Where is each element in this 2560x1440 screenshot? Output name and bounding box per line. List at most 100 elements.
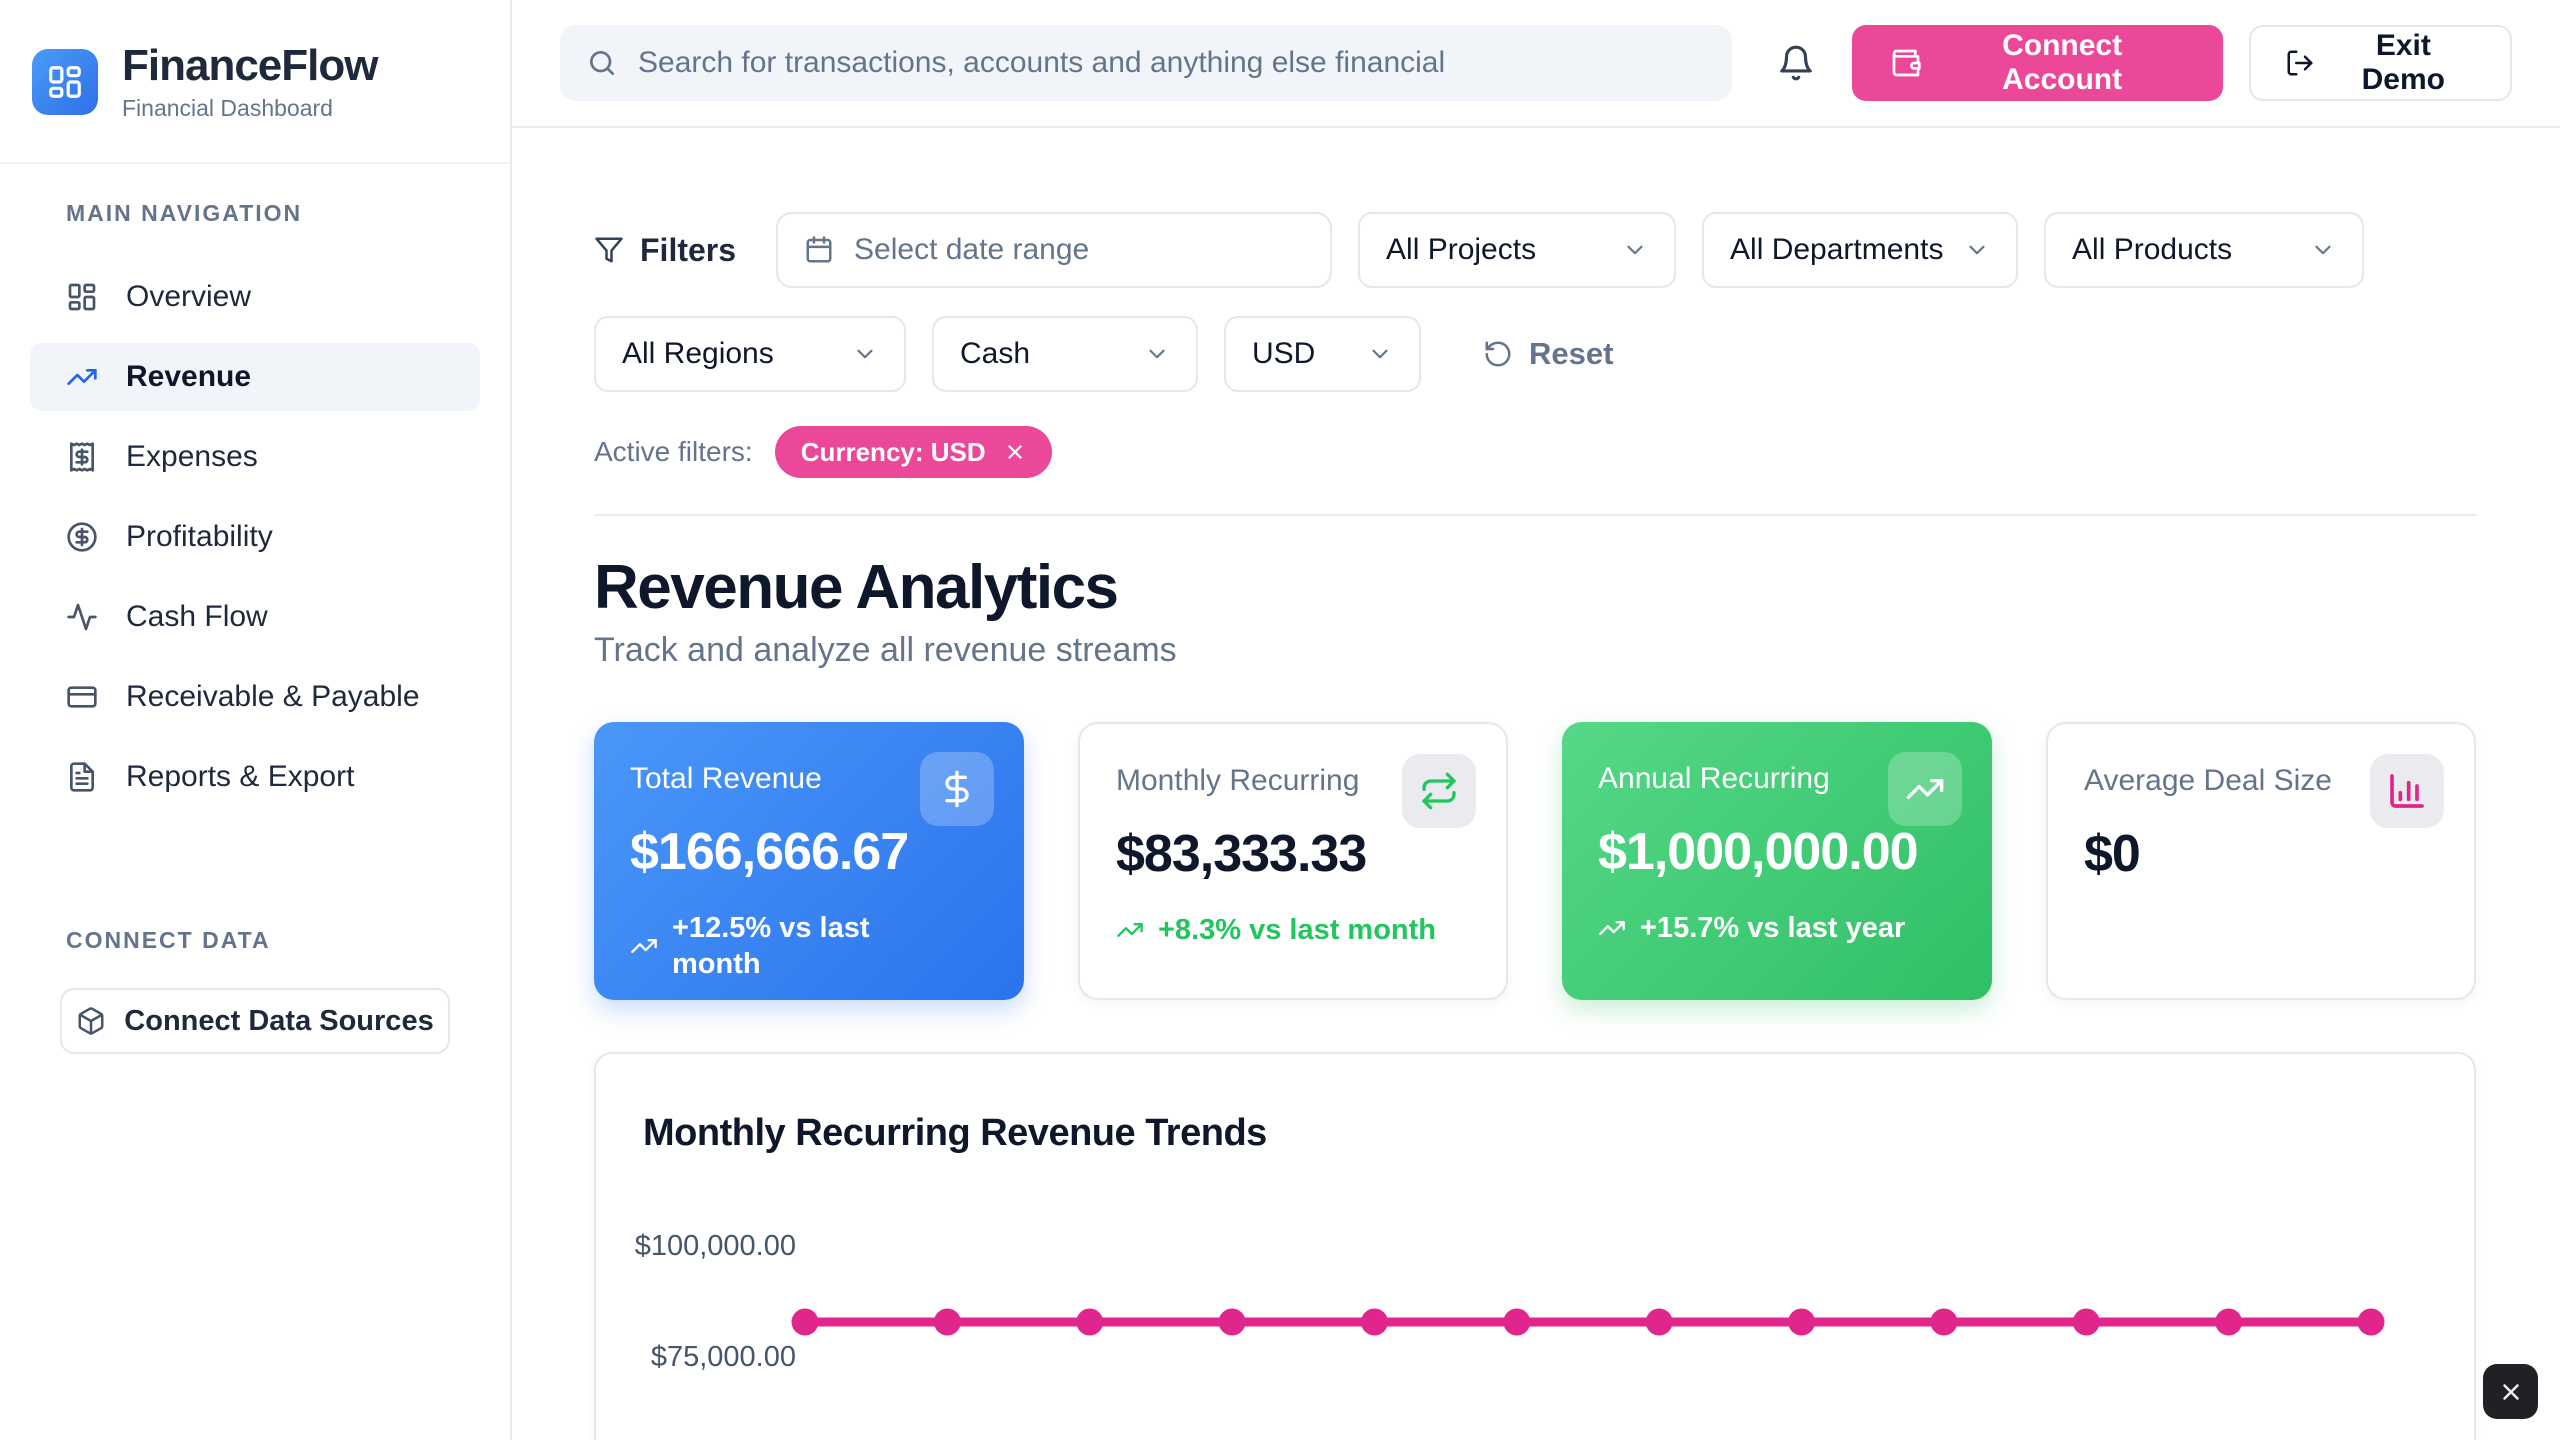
date-range-input[interactable]: Select date range (776, 212, 1332, 288)
cube-icon (76, 1006, 106, 1036)
close-icon[interactable] (1004, 441, 1026, 463)
notifications-bell-icon[interactable] (1768, 35, 1824, 91)
date-range-placeholder: Select date range (854, 233, 1089, 267)
trending-up-icon (1888, 752, 1962, 826)
sidebar-item-label: Receivable & Payable (126, 680, 420, 714)
bar-chart-icon (2370, 754, 2444, 828)
data-point[interactable] (1503, 1309, 1530, 1336)
sidebar-item-overview[interactable]: Overview (30, 263, 480, 331)
exit-demo-label: Exit Demo (2331, 29, 2476, 97)
active-filters-row: Active filters: Currency: USD (594, 426, 2476, 478)
repeat-icon (1402, 754, 1476, 828)
kpi-value: $166,666.67 (630, 822, 988, 882)
currency-filter-chip[interactable]: Currency: USD (775, 426, 1052, 478)
data-point[interactable] (934, 1309, 961, 1336)
circle-dollar-icon (66, 521, 98, 553)
filters-row-1: Filters Select date range All Projects A… (594, 212, 2476, 288)
sidebar-item-expenses[interactable]: Expenses (30, 423, 480, 491)
main-navigation: MAIN NAVIGATION Overview Revenue (0, 164, 510, 1054)
kpi-value: $83,333.33 (1116, 824, 1470, 884)
topbar: Connect Account Exit Demo (512, 0, 2560, 128)
data-point[interactable] (1219, 1309, 1246, 1336)
connect-account-button[interactable]: Connect Account (1852, 25, 2223, 101)
sidebar-item-revenue[interactable]: Revenue (30, 343, 480, 411)
page-subtitle: Track and analyze all revenue streams (594, 631, 2476, 670)
departments-select[interactable]: All Departments (1702, 212, 2018, 288)
sidebar-item-label: Expenses (126, 440, 258, 474)
search-icon (586, 47, 618, 79)
sidebar-item-profitability[interactable]: Profitability (30, 503, 480, 571)
trending-up-icon (1598, 914, 1626, 942)
currency-select[interactable]: USD (1224, 316, 1421, 392)
kpi-card-average-deal-size[interactable]: Average Deal Size $0 (2046, 722, 2476, 1000)
trending-up-icon (1116, 916, 1144, 944)
main-content: Filters Select date range All Projects A… (512, 128, 2560, 1440)
page-title: Revenue Analytics (594, 552, 2476, 623)
sidebar-item-label: Profitability (126, 520, 273, 554)
sidebar-item-label: Cash Flow (126, 600, 268, 634)
chevron-down-icon (852, 341, 878, 367)
data-point[interactable] (2358, 1309, 2385, 1336)
sidebar-item-receivable-payable[interactable]: Receivable & Payable (30, 663, 480, 731)
cash-select[interactable]: Cash (932, 316, 1198, 392)
data-point[interactable] (2215, 1309, 2242, 1336)
dollar-sign-icon (920, 752, 994, 826)
chevron-down-icon (1964, 237, 1990, 263)
data-point[interactable] (1930, 1309, 1957, 1336)
connect-data-section: CONNECT DATA Connect Data Sources (30, 927, 480, 1054)
connect-data-sources-button[interactable]: Connect Data Sources (60, 988, 450, 1054)
search-box[interactable] (560, 25, 1732, 101)
products-select[interactable]: All Products (2044, 212, 2364, 288)
data-point[interactable] (1646, 1309, 1673, 1336)
kpi-delta: +12.5% vs last month (630, 910, 988, 983)
reset-filters-button[interactable]: Reset (1483, 336, 1613, 372)
data-point[interactable] (1788, 1309, 1815, 1336)
kpi-card-annual-recurring[interactable]: Annual Recurring $1,000,000.00 +15.7% vs… (1562, 722, 1992, 1000)
layout-dashboard-icon (66, 281, 98, 313)
search-input[interactable] (638, 46, 1706, 80)
kpi-delta: +8.3% vs last month (1116, 912, 1470, 948)
exit-demo-button[interactable]: Exit Demo (2249, 25, 2512, 101)
chevron-down-icon (2310, 237, 2336, 263)
section-divider (594, 514, 2476, 516)
kpi-card-monthly-recurring[interactable]: Monthly Recurring $83,333.33 +8.3% vs la… (1078, 722, 1508, 1000)
kpi-card-total-revenue[interactable]: Total Revenue $166,666.67 +12.5% vs last… (594, 722, 1024, 1000)
funnel-icon (594, 235, 624, 265)
projects-select[interactable]: All Projects (1358, 212, 1676, 288)
connect-section-label: CONNECT DATA (60, 927, 450, 954)
calendar-icon (804, 235, 834, 265)
brand: FinanceFlow Financial Dashboard (0, 0, 510, 164)
wallet-icon (1890, 47, 1922, 79)
receipt-icon (66, 441, 98, 473)
trending-up-icon (630, 932, 658, 960)
credit-card-icon (66, 681, 98, 713)
file-text-icon (66, 761, 98, 793)
connect-button-label: Connect Data Sources (124, 1005, 433, 1038)
app-tagline: Financial Dashboard (122, 95, 377, 122)
mrr-line-chart[interactable] (596, 1054, 2476, 1440)
filters-title: Filters (594, 232, 736, 269)
data-point[interactable] (1076, 1309, 1103, 1336)
log-out-icon (2285, 48, 2315, 78)
overlay-close-button[interactable] (2483, 1364, 2538, 1419)
sidebar: FinanceFlow Financial Dashboard MAIN NAV… (0, 0, 512, 1440)
sidebar-item-label: Revenue (126, 360, 251, 394)
kpi-value: $0 (2084, 824, 2438, 884)
data-point[interactable] (792, 1309, 819, 1336)
sidebar-item-label: Overview (126, 280, 251, 314)
rotate-ccw-icon (1483, 339, 1513, 369)
data-point[interactable] (2073, 1309, 2100, 1336)
data-point[interactable] (1361, 1309, 1388, 1336)
sidebar-item-reports-export[interactable]: Reports & Export (30, 743, 480, 811)
trending-up-icon (66, 361, 98, 393)
app-title: FinanceFlow (122, 42, 377, 90)
kpi-cards: Total Revenue $166,666.67 +12.5% vs last… (594, 722, 2476, 1000)
filters-row-2: All Regions Cash USD Reset (594, 316, 2476, 392)
sidebar-item-cash-flow[interactable]: Cash Flow (30, 583, 480, 651)
kpi-delta: +15.7% vs last year (1598, 910, 1956, 946)
active-filters-label: Active filters: (594, 436, 753, 468)
close-icon (2498, 1379, 2524, 1405)
app-logo-icon (32, 49, 98, 115)
regions-select[interactable]: All Regions (594, 316, 906, 392)
nav-section-label: MAIN NAVIGATION (30, 200, 480, 227)
